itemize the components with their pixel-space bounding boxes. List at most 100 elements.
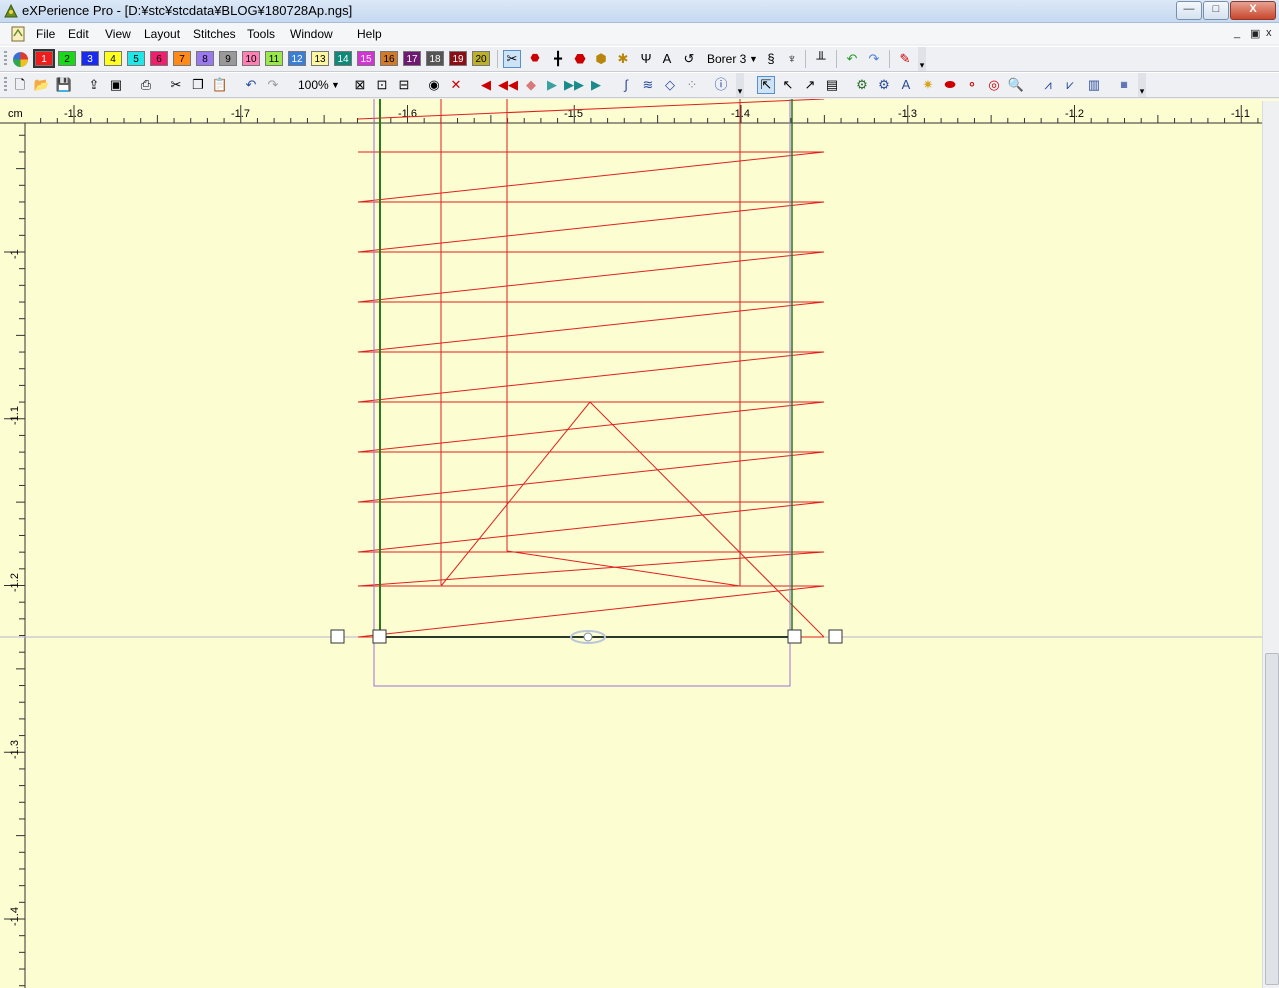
chevron-down-icon[interactable]: ▼ xyxy=(331,76,340,94)
scrollbar-thumb[interactable] xyxy=(1265,653,1279,985)
design-canvas[interactable]: cm -1.8 -1.7 -1.6 -1.5 -1.4 -1.3 -1.2 -1… xyxy=(0,99,1279,988)
zoom-box-icon[interactable]: ⊡ xyxy=(374,77,390,93)
stitch-wave-icon[interactable]: ≋ xyxy=(640,77,656,93)
toolbar-overflow-button[interactable]: ▾ xyxy=(1138,73,1146,97)
stop-icon[interactable]: ⬣ xyxy=(527,51,543,67)
ole-icon[interactable]: ▤ xyxy=(824,77,840,93)
color-swatch-18[interactable]: 18 xyxy=(426,51,444,66)
document-icon[interactable] xyxy=(10,26,26,42)
zoom-select[interactable]: 100% xyxy=(298,76,329,94)
menu-view[interactable]: View xyxy=(105,27,131,41)
text-tool-icon[interactable]: A xyxy=(898,77,914,93)
design-surface[interactable]: cm -1.8 -1.7 -1.6 -1.5 -1.4 -1.3 -1.2 -1… xyxy=(0,99,1279,988)
color-swatch-13[interactable]: 13 xyxy=(311,51,329,66)
resize-handle-right[interactable] xyxy=(828,629,843,644)
link-icon[interactable]: § xyxy=(763,51,779,67)
color-wheel-icon[interactable] xyxy=(12,51,29,68)
mdi-restore-button[interactable]: ▣ xyxy=(1250,27,1260,40)
select-arrow-icon[interactable]: ⇱ xyxy=(757,76,775,94)
color-swatch-10[interactable]: 10 xyxy=(242,51,260,66)
menu-tools[interactable]: Tools xyxy=(247,27,275,41)
stitch-satin-icon[interactable]: ▥ xyxy=(1086,77,1102,93)
color-swatch-14[interactable]: 14 xyxy=(334,51,352,66)
save-disk-icon[interactable]: ▣ xyxy=(108,77,124,93)
redo-icon[interactable]: ↷ xyxy=(265,77,281,93)
transform-icon[interactable]: ⚙ xyxy=(854,77,870,93)
toolbar-overflow-button[interactable]: ▾ xyxy=(918,47,926,71)
color-swatch-20[interactable]: 20 xyxy=(472,51,490,66)
color-swatch-7[interactable]: 7 xyxy=(173,51,191,66)
color-swatch-6[interactable]: 6 xyxy=(150,51,168,66)
save-icon[interactable]: 💾 xyxy=(56,77,72,93)
menu-help[interactable]: Help xyxy=(357,27,382,41)
prev-color-icon[interactable]: ◀◀ xyxy=(498,77,518,93)
needle-config-icon[interactable]: ♆ xyxy=(784,51,800,67)
dots-icon[interactable]: ⁘ xyxy=(684,77,700,93)
toolbar-grip[interactable] xyxy=(4,51,7,67)
sequin-red-icon[interactable]: ⬬ xyxy=(942,77,958,93)
mdi-close-button[interactable]: x xyxy=(1266,27,1272,39)
open-folder-icon[interactable]: 📂 xyxy=(34,77,50,93)
toolbar-grip[interactable] xyxy=(4,77,7,93)
minimize-button[interactable]: — xyxy=(1176,1,1202,20)
prev-stitch-icon[interactable]: ◆ xyxy=(523,77,539,93)
borer-needle-icon[interactable]: Ψ xyxy=(638,51,654,67)
color-swatch-2[interactable]: 2 xyxy=(58,51,76,66)
color-swatch-17[interactable]: 17 xyxy=(403,51,421,66)
select-stitch-icon[interactable]: ↗ xyxy=(802,77,818,93)
info-icon[interactable]: ⓘ xyxy=(713,77,729,93)
sequin-ring-icon[interactable]: ◎ xyxy=(986,77,1002,93)
actual-size-icon[interactable]: ⊟ xyxy=(396,77,412,93)
tie-in-icon[interactable]: ⬣ xyxy=(572,51,588,67)
color-swatch-8[interactable]: 8 xyxy=(196,51,214,66)
menu-edit[interactable]: Edit xyxy=(68,27,89,41)
last-stitch-icon[interactable]: ▶ xyxy=(588,77,604,93)
stitch-count-icon[interactable]: ▦ xyxy=(1116,77,1132,93)
cut-icon[interactable]: ✂ xyxy=(168,77,184,93)
color-swatch-16[interactable]: 16 xyxy=(380,51,398,66)
new-file-icon[interactable]: 🗋 xyxy=(12,77,28,93)
mdi-minimize-button[interactable]: _ xyxy=(1234,27,1240,39)
settings-gear-icon[interactable]: ⚙ xyxy=(876,77,892,93)
select-node-icon[interactable]: ↖ xyxy=(780,77,796,93)
color-swatch-4[interactable]: 4 xyxy=(104,51,122,66)
view-eye-icon[interactable]: ◉ xyxy=(426,77,442,93)
color-swatch-9[interactable]: 9 xyxy=(219,51,237,66)
menu-window[interactable]: Window xyxy=(290,27,333,41)
menu-stitches[interactable]: Stitches xyxy=(193,27,236,41)
paste-icon[interactable]: 📋 xyxy=(212,77,228,93)
hide-eye-icon[interactable]: ✕ xyxy=(448,77,464,93)
sequin-icon[interactable]: ✱ xyxy=(615,51,631,67)
next-color-icon[interactable]: ▶▶ xyxy=(564,77,584,93)
sparkle-icon[interactable]: ✷ xyxy=(920,77,936,93)
color-swatch-3[interactable]: 3 xyxy=(81,51,99,66)
fit-window-icon[interactable]: ⊠ xyxy=(352,77,368,93)
color-swatch-5[interactable]: 5 xyxy=(127,51,145,66)
next-stitch-icon[interactable]: ▶ xyxy=(544,77,560,93)
pen-tool-icon[interactable]: ✎ xyxy=(897,51,913,67)
needle-icon[interactable]: ╋ xyxy=(550,51,566,67)
trim-icon[interactable]: ✂ xyxy=(503,50,521,68)
needle-select[interactable]: Borer 3 xyxy=(707,50,746,68)
undo-icon[interactable]: ↶ xyxy=(243,77,259,93)
chevron-down-icon[interactable]: ▼ xyxy=(749,50,758,68)
trim-tie-icon[interactable]: ⬢ xyxy=(593,51,609,67)
toolbar-overflow-button[interactable]: ▾ xyxy=(736,73,744,97)
sequin-pair-icon[interactable]: ⚬ xyxy=(964,77,980,93)
close-button[interactable]: X xyxy=(1230,1,1276,20)
node-handle-end[interactable] xyxy=(787,629,802,644)
print-icon[interactable]: ⎙ xyxy=(138,77,154,93)
stitch-zigzag-icon[interactable]: ⩗ xyxy=(1062,77,1078,93)
magnify-icon[interactable]: 🔍 xyxy=(1008,77,1024,93)
menu-file[interactable]: File xyxy=(36,27,55,41)
redo-blue-icon[interactable]: ↷ xyxy=(866,51,882,67)
color-swatch-19[interactable]: 19 xyxy=(449,51,467,66)
color-swatch-11[interactable]: 11 xyxy=(265,51,283,66)
copy-icon[interactable]: ❐ xyxy=(190,77,206,93)
text-a-icon[interactable]: A xyxy=(659,51,675,67)
export-icon[interactable]: ⇪ xyxy=(86,77,102,93)
vertical-scrollbar[interactable] xyxy=(1262,101,1279,988)
color-swatch-15[interactable]: 15 xyxy=(357,51,375,66)
curve-icon[interactable]: ∫ xyxy=(618,77,634,93)
color-swatch-12[interactable]: 12 xyxy=(288,51,306,66)
